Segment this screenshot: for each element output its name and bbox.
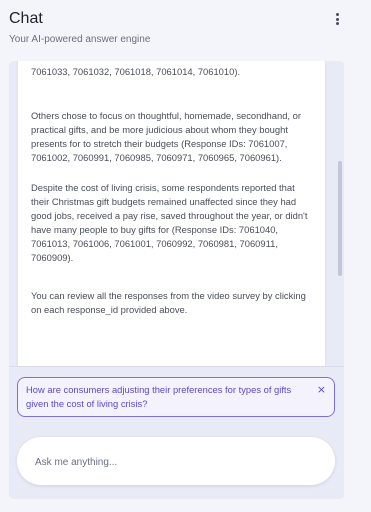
message-paragraph: You can review all the responses from th… — [31, 290, 306, 315]
message-list: 7061033, 7061032, 7061018, 7061014, 7061… — [9, 61, 344, 366]
header: Chat Your AI-powered answer engine — [0, 0, 371, 58]
assistant-message: 7061033, 7061032, 7061018, 7061014, 7061… — [18, 61, 325, 366]
suggested-question[interactable]: How are consumers adjusting their prefer… — [17, 377, 335, 417]
page-subtitle: Your AI-powered answer engine — [9, 34, 151, 45]
scrollbar-thumb[interactable] — [338, 161, 342, 276]
close-icon[interactable]: × — [317, 383, 326, 396]
page-title: Chat — [9, 10, 43, 27]
chat-app: Chat Your AI-powered answer engine 70610… — [0, 0, 371, 512]
chat-input[interactable] — [33, 437, 323, 487]
message-paragraph: 7061033, 7061032, 7061018, 7061014, 7061… — [31, 66, 241, 77]
message-paragraph: Despite the cost of living crisis, some … — [31, 182, 308, 263]
suggested-question-text[interactable]: How are consumers adjusting their prefer… — [26, 383, 308, 411]
more-vertical-icon[interactable] — [331, 11, 343, 27]
chat-panel: 7061033, 7061032, 7061018, 7061014, 7061… — [9, 61, 344, 499]
divider — [9, 366, 344, 367]
message-paragraph: Others chose to focus on thoughtful, hom… — [31, 110, 301, 163]
chat-input-container — [17, 437, 335, 487]
